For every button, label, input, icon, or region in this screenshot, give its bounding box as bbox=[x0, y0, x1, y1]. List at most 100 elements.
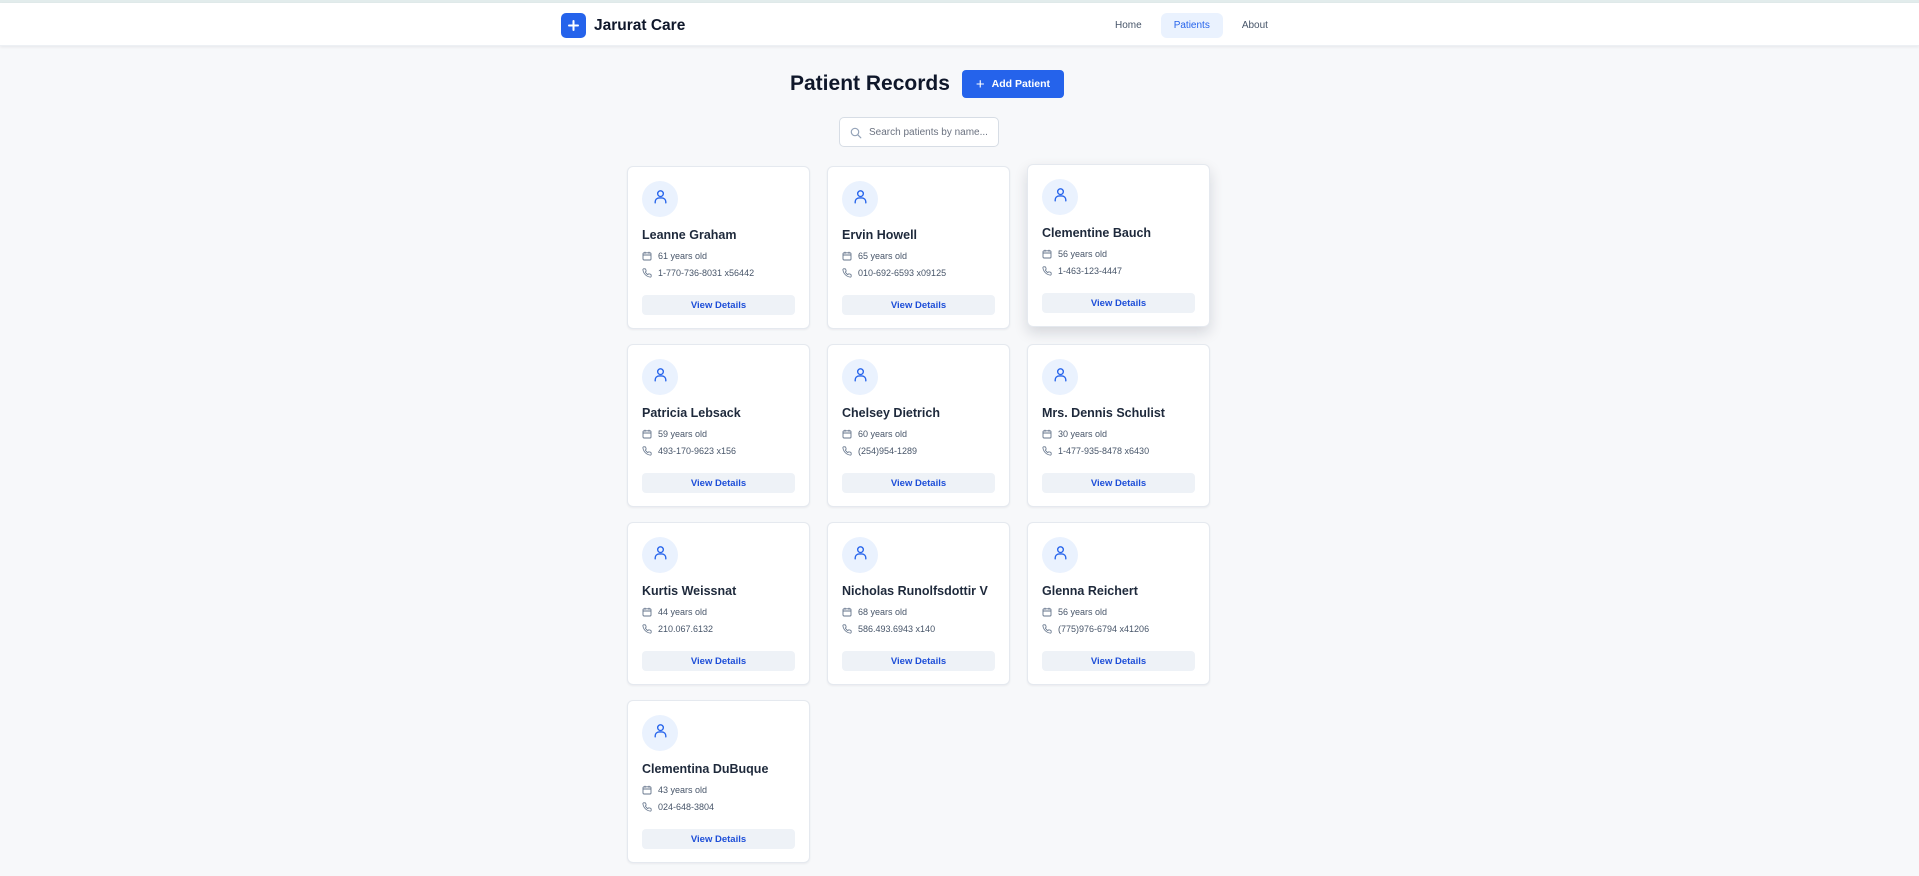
phone-icon bbox=[1042, 265, 1052, 276]
view-details-button[interactable]: View Details bbox=[642, 473, 795, 493]
patient-age: 61 years old bbox=[658, 250, 708, 261]
calendar-icon bbox=[842, 607, 852, 616]
patient-age: 60 years old bbox=[858, 428, 908, 439]
avatar bbox=[642, 181, 678, 217]
user-icon bbox=[652, 544, 669, 566]
patient-phone-row: 024-648-3804 bbox=[642, 801, 795, 812]
view-details-button[interactable]: View Details bbox=[642, 295, 795, 315]
patient-name: Glenna Reichert bbox=[1042, 584, 1138, 598]
patient-phone-row: 1-477-935-8478 x6430 bbox=[1042, 445, 1195, 456]
nav-home[interactable]: Home bbox=[1102, 13, 1155, 38]
patient-age-row: 60 years old bbox=[842, 428, 995, 439]
avatar bbox=[1042, 179, 1078, 215]
user-icon bbox=[652, 366, 669, 388]
main-nav: Home Patients About bbox=[1102, 13, 1287, 38]
nav-about[interactable]: About bbox=[1229, 13, 1281, 38]
patient-phone: 586.493.6943 x140 bbox=[858, 623, 936, 634]
user-icon bbox=[1052, 544, 1069, 566]
avatar bbox=[1042, 537, 1078, 573]
calendar-icon bbox=[642, 607, 652, 616]
view-details-button[interactable]: View Details bbox=[642, 829, 795, 849]
calendar-icon bbox=[842, 251, 852, 260]
avatar bbox=[642, 359, 678, 395]
page-header: Patient Records + Add Patient bbox=[790, 70, 1064, 98]
search-icon bbox=[850, 126, 862, 144]
patient-name: Nicholas Runolfsdottir V bbox=[842, 584, 988, 598]
patient-name: Patricia Lebsack bbox=[642, 406, 741, 420]
user-icon bbox=[1052, 366, 1069, 388]
patient-phone: 210.067.6132 bbox=[658, 623, 714, 634]
add-patient-button[interactable]: + Add Patient bbox=[961, 70, 1064, 98]
patient-card: Ervin Howell 65 years old 010-692-6593 x… bbox=[827, 166, 1010, 329]
patient-age-row: 56 years old bbox=[1042, 606, 1195, 617]
patient-age: 56 years old bbox=[1058, 248, 1108, 259]
patient-grid: Leanne Graham 61 years old 1-770-736-803… bbox=[627, 164, 1210, 863]
patient-age-row: 68 years old bbox=[842, 606, 995, 617]
phone-icon bbox=[642, 801, 652, 812]
page-title: Patient Records bbox=[790, 72, 950, 95]
patient-phone-row: 010-692-6593 x09125 bbox=[842, 267, 995, 278]
calendar-icon bbox=[642, 251, 652, 260]
patient-phone-row: (254)954-1289 bbox=[842, 445, 995, 456]
search-input[interactable] bbox=[869, 123, 994, 141]
calendar-icon bbox=[642, 785, 652, 794]
user-icon bbox=[1052, 186, 1069, 208]
patient-age: 68 years old bbox=[858, 606, 908, 617]
patient-age: 65 years old bbox=[858, 250, 908, 261]
patient-card: Clementine Bauch 56 years old 1-463-123-… bbox=[1027, 164, 1210, 327]
patient-name: Clementine Bauch bbox=[1042, 226, 1152, 240]
patient-age: 43 years old bbox=[658, 784, 708, 795]
view-details-button[interactable]: View Details bbox=[1042, 293, 1195, 313]
avatar bbox=[642, 715, 678, 751]
avatar bbox=[642, 537, 678, 573]
app-name: Jarurat Care bbox=[594, 16, 686, 34]
patient-phone-row: 1-770-736-8031 x56442 bbox=[642, 267, 795, 278]
patient-card: Leanne Graham 61 years old 1-770-736-803… bbox=[627, 166, 810, 329]
patient-phone: 010-692-6593 x09125 bbox=[858, 267, 947, 278]
patient-name: Leanne Graham bbox=[642, 228, 737, 242]
avatar bbox=[842, 359, 878, 395]
patient-age-row: 43 years old bbox=[642, 784, 795, 795]
avatar bbox=[842, 537, 878, 573]
phone-icon bbox=[842, 445, 852, 456]
view-details-button[interactable]: View Details bbox=[842, 473, 995, 493]
phone-icon bbox=[642, 267, 652, 278]
patient-phone: (775)976-6794 x41206 bbox=[1058, 623, 1150, 634]
view-details-button[interactable]: View Details bbox=[842, 295, 995, 315]
patient-phone: 493-170-9623 x156 bbox=[658, 445, 737, 456]
patient-age: 59 years old bbox=[658, 428, 708, 439]
patient-card: Clementina DuBuque 43 years old 024-648-… bbox=[627, 700, 810, 863]
user-icon bbox=[652, 188, 669, 210]
patient-phone: 024-648-3804 bbox=[658, 801, 715, 812]
patient-age-row: 56 years old bbox=[1042, 248, 1195, 259]
patient-card: Nicholas Runolfsdottir V 68 years old 58… bbox=[827, 522, 1010, 685]
top-navbar: Jarurat Care Home Patients About bbox=[0, 3, 1919, 46]
view-details-button[interactable]: View Details bbox=[1042, 651, 1195, 671]
phone-icon bbox=[842, 267, 852, 278]
view-details-button[interactable]: View Details bbox=[642, 651, 795, 671]
patient-age-row: 65 years old bbox=[842, 250, 995, 261]
patient-name: Mrs. Dennis Schulist bbox=[1042, 406, 1165, 420]
patient-phone: (254)954-1289 bbox=[858, 445, 918, 456]
brand-logo-link[interactable]: Jarurat Care bbox=[561, 13, 685, 38]
user-icon bbox=[852, 544, 869, 566]
calendar-icon bbox=[1042, 249, 1052, 258]
phone-icon bbox=[642, 445, 652, 456]
view-details-button[interactable]: View Details bbox=[1042, 473, 1195, 493]
phone-icon bbox=[1042, 623, 1052, 634]
view-details-button[interactable]: View Details bbox=[842, 651, 995, 671]
patient-phone: 1-770-736-8031 x56442 bbox=[658, 267, 755, 278]
patient-age-row: 30 years old bbox=[1042, 428, 1195, 439]
user-icon bbox=[852, 188, 869, 210]
nav-patients[interactable]: Patients bbox=[1160, 13, 1223, 38]
add-patient-label: Add Patient bbox=[991, 78, 1050, 90]
search-box bbox=[839, 117, 999, 147]
plus-icon: + bbox=[975, 75, 985, 93]
patient-phone-row: 586.493.6943 x140 bbox=[842, 623, 995, 634]
patient-phone-row: (775)976-6794 x41206 bbox=[1042, 623, 1195, 634]
user-icon bbox=[652, 722, 669, 744]
patient-phone-row: 493-170-9623 x156 bbox=[642, 445, 795, 456]
patient-phone: 1-463-123-4447 bbox=[1058, 265, 1123, 276]
calendar-icon bbox=[842, 429, 852, 438]
patient-age: 44 years old bbox=[658, 606, 708, 617]
